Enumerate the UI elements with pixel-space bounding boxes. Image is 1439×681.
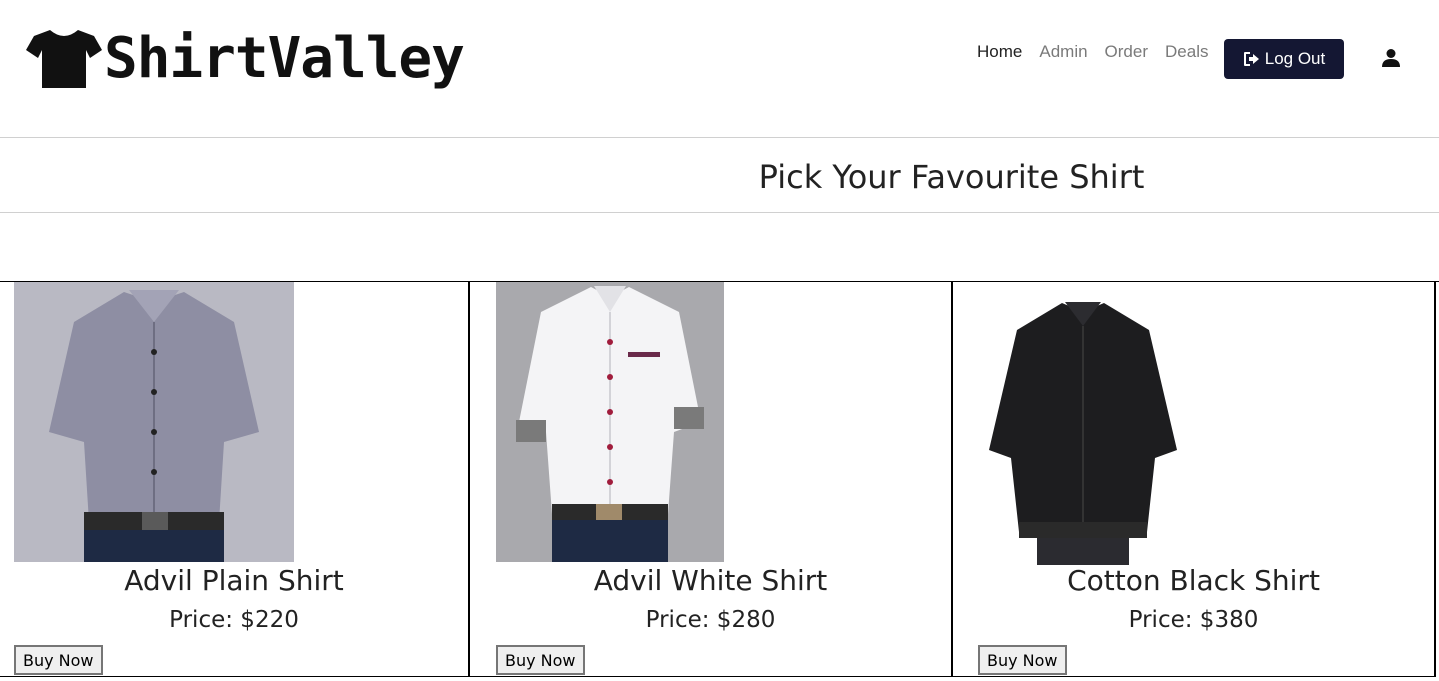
product-price: Price: $280 <box>645 607 776 633</box>
brand-logo[interactable]: ShirtValley <box>26 26 465 91</box>
logout-label: Log Out <box>1264 49 1326 68</box>
buy-now-button[interactable]: Buy Now <box>978 645 1067 675</box>
tshirt-icon <box>26 30 102 88</box>
nav-order[interactable]: Order <box>1105 40 1148 64</box>
main-nav: Home Admin Order Deals <box>977 40 1225 64</box>
title-band: Pick Your Favourite Shirt <box>0 138 1439 213</box>
user-icon[interactable] <box>1381 48 1401 68</box>
product-image[interactable] <box>14 282 294 562</box>
product-grid: Advil Plain Shirt Price: $220 Buy Now Ad… <box>0 281 1439 681</box>
product-card: Advil White Shirt Price: $280 Buy Now <box>470 282 953 677</box>
product-card: Advil Plain Shirt Price: $220 Buy Now <box>0 282 470 677</box>
product-image[interactable] <box>496 282 724 562</box>
product-image[interactable] <box>987 300 1179 565</box>
product-price: Price: $220 <box>169 607 299 633</box>
product-name: Advil White Shirt <box>593 564 828 597</box>
brand-name: ShirtValley <box>104 26 465 91</box>
buy-now-button[interactable]: Buy Now <box>14 645 103 675</box>
page-title: Pick Your Favourite Shirt <box>758 158 1145 196</box>
product-name: Cotton Black Shirt <box>1067 564 1320 597</box>
product-price: Price: $380 <box>1128 607 1259 633</box>
nav-admin[interactable]: Admin <box>1039 40 1087 64</box>
buy-now-button[interactable]: Buy Now <box>496 645 585 675</box>
sign-out-icon <box>1243 52 1259 66</box>
nav-deals[interactable]: Deals <box>1165 40 1208 64</box>
product-name: Advil Plain Shirt <box>124 564 344 597</box>
product-card: Cotton Black Shirt Price: $380 Buy Now <box>953 282 1436 677</box>
nav-home[interactable]: Home <box>977 40 1022 64</box>
logout-button[interactable]: Log Out <box>1224 39 1344 79</box>
site-header: ShirtValley Home Admin Order Deals Log O… <box>0 0 1439 138</box>
